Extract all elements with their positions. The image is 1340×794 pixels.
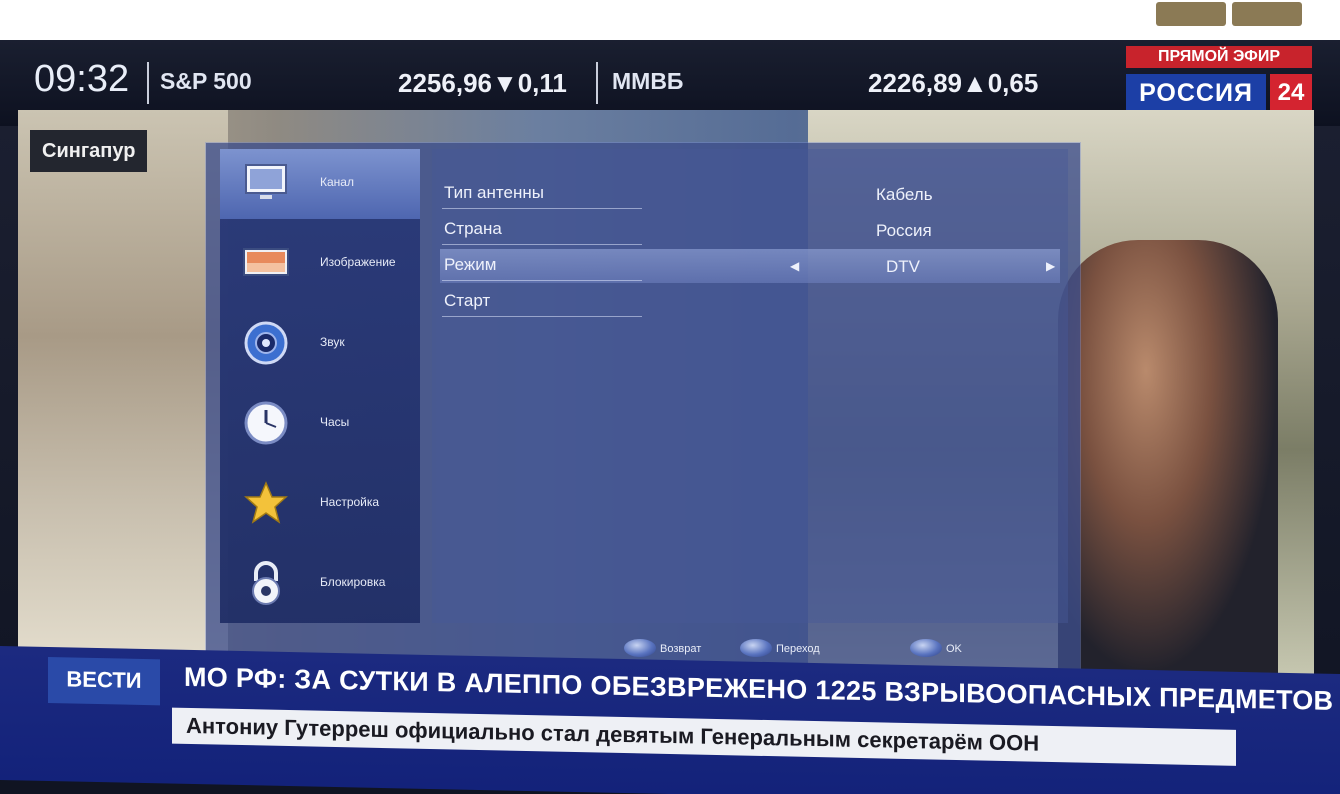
row-value: Кабель — [876, 185, 933, 204]
row-underline — [442, 316, 642, 317]
sidebar-item-label: Блокировка — [320, 575, 386, 589]
lock-icon — [252, 561, 280, 605]
tv-bezel — [0, 0, 1340, 40]
menu-row-mode[interactable]: Режим ◀ DTV ▶ — [440, 249, 1060, 283]
remote-key-icon — [910, 639, 942, 657]
sidebar-item-lock[interactable]: Блокировка — [220, 549, 420, 619]
sidebar-item-sound[interactable]: Звук — [220, 309, 420, 379]
video-left-scene — [18, 110, 228, 676]
live-broadcast-badge: ПРЯМОЙ ЭФИР — [1126, 46, 1312, 68]
index-name-sp500: S&P 500 — [160, 68, 252, 94]
channel-logo: РОССИЯ 24 — [1126, 74, 1312, 112]
news-headline: МО РФ: ЗА СУТКИ В АЛЕППО ОБЕЗВРЕЖЕНО 122… — [184, 661, 1334, 716]
row-label: Старт — [444, 291, 491, 310]
tv-settings-menu: Канал Изображение Звук Часы Настройка Бл… — [206, 143, 1080, 683]
menu-row-country[interactable]: Страна Россия — [440, 213, 1060, 247]
arrow-left-icon[interactable]: ◀ — [790, 259, 799, 273]
menu-row-antenna-type[interactable]: Тип антенны Кабель — [440, 177, 1060, 211]
ticker-divider — [596, 62, 598, 104]
picture-icon — [243, 248, 289, 276]
arrow-right-icon[interactable]: ▶ — [1046, 259, 1055, 273]
menu-row-start[interactable]: Старт — [440, 285, 1060, 319]
ticker-divider — [147, 62, 149, 104]
news-program-tag: ВЕСТИ — [48, 656, 160, 706]
row-underline — [442, 244, 642, 245]
sidebar-item-label: Часы — [320, 415, 350, 429]
ok-label: OK — [946, 643, 962, 655]
star-icon — [244, 481, 288, 524]
index-value-micex: 2226,89▲0,65 — [868, 68, 1039, 98]
reporter-figure — [1058, 240, 1278, 676]
news-subheadline: Антониу Гутерреш официально стал девятым… — [172, 707, 1236, 766]
location-label: Сингапур — [30, 130, 148, 172]
remote-key-icon — [740, 639, 772, 657]
sidebar-item-clock[interactable]: Часы — [220, 389, 420, 459]
row-underline — [442, 280, 642, 281]
row-value: Россия — [876, 221, 932, 240]
sound-icon — [244, 321, 288, 365]
row-label: Режим — [444, 255, 497, 274]
menu-sidebar: Канал Изображение Звук Часы Настройка Бл… — [220, 149, 420, 623]
row-underline — [442, 208, 642, 209]
row-value: DTV — [886, 257, 920, 276]
remote-key-icon — [624, 639, 656, 657]
channel-name: РОССИЯ — [1126, 74, 1266, 112]
bezel-button — [1156, 2, 1226, 26]
tv-screen: 09:32 S&P 500 2256,96▼0,11 ММВБ 2226,89▲… — [0, 0, 1340, 794]
sidebar-item-picture[interactable]: Изображение — [220, 229, 420, 299]
row-label: Страна — [444, 219, 502, 238]
sidebar-item-settings[interactable]: Настройка — [220, 469, 420, 539]
index-value-sp500: 2256,96▼0,11 — [398, 68, 567, 98]
channel-number: 24 — [1270, 74, 1312, 112]
sidebar-item-label: Звук — [320, 335, 345, 349]
back-label: Возврат — [660, 643, 702, 655]
channel-icon — [245, 164, 287, 199]
sidebar-item-label: Изображение — [320, 255, 396, 269]
sidebar-item-label: Канал — [320, 175, 354, 189]
clock-icon — [244, 401, 288, 445]
bezel-button — [1232, 2, 1302, 26]
sidebar-item-label: Настройка — [320, 495, 380, 509]
row-label: Тип антенны — [444, 183, 544, 202]
sidebar-item-channel[interactable]: Канал — [220, 149, 420, 219]
menu-content-panel: Тип антенны Кабель Страна Россия Режим ◀… — [432, 149, 1068, 623]
clock-time: 09:32 — [34, 58, 130, 100]
index-name-micex: ММВБ — [612, 68, 684, 94]
navigate-label: Переход — [776, 643, 820, 655]
